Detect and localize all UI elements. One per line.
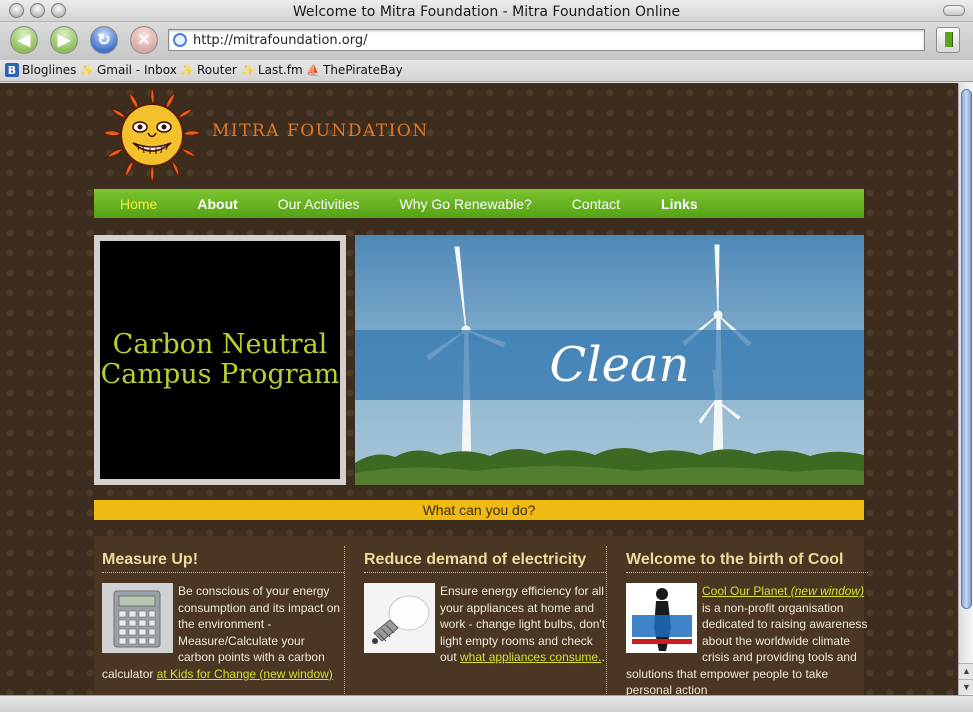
nav-our-activities[interactable]: Our Activities <box>278 196 360 212</box>
stop-button[interactable]: ✕ <box>130 26 158 54</box>
column-title: Reduce demand of electricity <box>364 551 606 573</box>
column-body: Ensure energy efficiency for all your ap… <box>364 583 606 666</box>
column-body: Be conscious of your energy consumption … <box>102 583 344 682</box>
forward-button[interactable]: ▶ <box>50 26 78 54</box>
leaf-icon: ✨ <box>80 63 94 77</box>
bookmark-router[interactable]: ✨ Router <box>180 63 237 77</box>
address-bar[interactable]: http://mitrafoundation.org/ <box>168 29 925 51</box>
carbon-neutral-promo[interactable]: Carbon Neutral Campus Program <box>94 235 346 485</box>
nav-about[interactable]: About <box>197 196 237 212</box>
reload-icon: ↻ <box>97 32 111 49</box>
scrollbar-thumb[interactable] <box>961 89 972 609</box>
column-title: Measure Up! <box>102 551 344 573</box>
column-title: Welcome to the birth of Cool <box>626 551 868 573</box>
promo-line-1: Carbon Neutral <box>112 328 328 360</box>
column-divider <box>344 546 345 695</box>
pirate-ship-icon: ⛵ <box>306 63 320 77</box>
kids-for-change-link[interactable]: at Kids for Change (new window) <box>157 667 333 681</box>
nav-why-go-renewable[interactable]: Why Go Renewable? <box>400 196 532 212</box>
arrow-left-icon: ◀ <box>17 32 31 49</box>
what-can-you-do-bar: What can you do? <box>94 500 864 520</box>
what-appliances-consume-link[interactable]: what appliances consume. <box>460 650 601 664</box>
arrow-right-icon: ▶ <box>57 32 71 49</box>
bookmark-lastfm[interactable]: ✨ Last.fm <box>241 63 303 77</box>
leaf-icon: ✨ <box>180 63 194 77</box>
nav-links[interactable]: Links <box>661 196 698 212</box>
reduce-demand-column: Reduce demand of electricity Ensure ener… <box>364 536 606 695</box>
bookmark-page-button[interactable] <box>936 27 960 53</box>
bloglines-icon: B <box>5 63 19 77</box>
address-text[interactable]: http://mitrafoundation.org/ <box>193 33 367 48</box>
promo-banner: Carbon Neutral Campus Program <box>100 241 340 479</box>
bookmark-gmail[interactable]: ✨ Gmail - Inbox <box>80 63 177 77</box>
window-titlebar: Welcome to Mitra Foundation - Mitra Foun… <box>0 0 973 22</box>
toolbar-toggle-button[interactable] <box>943 5 965 16</box>
bookmarks-bar: B Bloglines ✨ Gmail - Inbox ✨ Router ✨ L… <box>0 60 973 82</box>
column-text-tail: . <box>601 650 605 664</box>
sun-mask-logo[interactable] <box>93 85 211 185</box>
measure-up-column: Measure Up! Be conscious of your energy … <box>102 536 344 695</box>
window-title: Welcome to Mitra Foundation - Mitra Foun… <box>292 4 681 20</box>
globe-icon <box>173 33 187 47</box>
page-viewport: MITRA FOUNDATION Home About Our Activiti… <box>0 83 958 695</box>
calculator-image <box>102 583 173 653</box>
nav-home[interactable]: Home <box>120 196 157 212</box>
cool-our-planet-link[interactable]: Cool Our Planet (new window) <box>702 584 864 598</box>
site-logo-text[interactable]: MITRA FOUNDATION <box>212 121 429 141</box>
close-icon: ✕ <box>137 32 151 49</box>
content-panel: Measure Up! Be conscious of your energy … <box>94 536 868 695</box>
hero-word: Clean <box>549 337 690 393</box>
promo-text: Carbon Neutral Campus Program <box>100 328 340 390</box>
nav-contact[interactable]: Contact <box>572 196 620 212</box>
column-divider <box>606 546 607 695</box>
scroll-up-arrow-icon[interactable]: ▲ <box>959 663 973 678</box>
back-button[interactable]: ◀ <box>10 26 38 54</box>
cool-our-planet-image <box>626 583 697 653</box>
birth-of-cool-column: Welcome to the birth of Cool Cool Our Pl… <box>626 536 868 695</box>
page-scrollbar[interactable]: ▲ ▼ <box>958 83 973 695</box>
bookmark-bloglines[interactable]: B Bloglines <box>5 63 76 77</box>
browser-toolbar: ◀ ▶ ↻ ✕ http://mitrafoundation.org/ <box>0 22 973 60</box>
leaf-icon: ✨ <box>241 63 255 77</box>
main-nav: Home About Our Activities Why Go Renewab… <box>94 189 864 218</box>
light-bulb-image <box>364 583 435 653</box>
promo-line-2: Campus Program <box>100 359 340 390</box>
reload-button[interactable]: ↻ <box>90 26 118 54</box>
scroll-down-arrow-icon[interactable]: ▼ <box>959 679 973 694</box>
bookmark-thepiratebay[interactable]: ⛵ ThePirateBay <box>306 63 403 77</box>
new-window-note: (new window) <box>790 584 865 598</box>
status-bar <box>0 695 973 712</box>
column-body: Cool Our Planet (new window) is a non-pr… <box>626 583 868 695</box>
hero-banner: Clean <box>355 235 864 485</box>
